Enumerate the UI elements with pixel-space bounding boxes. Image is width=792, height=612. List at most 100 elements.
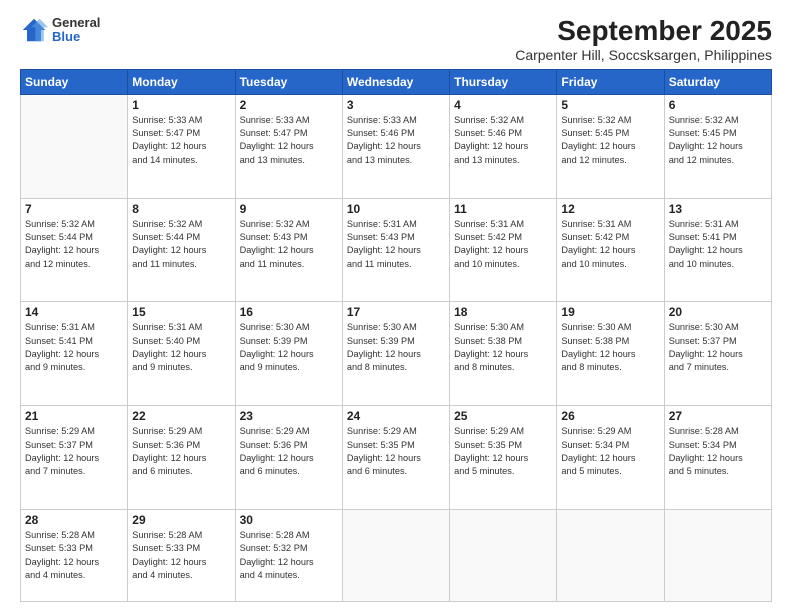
day-info: Sunrise: 5:31 AMSunset: 5:41 PMDaylight:…: [669, 218, 767, 271]
day-number: 24: [347, 409, 445, 423]
day-cell: 30 Sunrise: 5:28 AMSunset: 5:32 PMDayligh…: [235, 509, 342, 601]
day-cell: [450, 509, 557, 601]
day-cell: 7 Sunrise: 5:32 AMSunset: 5:44 PMDaylight…: [21, 198, 128, 302]
day-number: 20: [669, 305, 767, 319]
day-number: 25: [454, 409, 552, 423]
day-cell: 14 Sunrise: 5:31 AMSunset: 5:41 PMDayligh…: [21, 302, 128, 406]
weekday-header-friday: Friday: [557, 69, 664, 94]
day-info: Sunrise: 5:33 AMSunset: 5:46 PMDaylight:…: [347, 114, 445, 167]
day-cell: 27 Sunrise: 5:28 AMSunset: 5:34 PMDayligh…: [664, 406, 771, 510]
day-number: 23: [240, 409, 338, 423]
day-cell: 21 Sunrise: 5:29 AMSunset: 5:37 PMDayligh…: [21, 406, 128, 510]
day-info: Sunrise: 5:29 AMSunset: 5:35 PMDaylight:…: [347, 425, 445, 478]
logo-blue: Blue: [52, 30, 100, 44]
day-cell: [557, 509, 664, 601]
week-row-2: 7 Sunrise: 5:32 AMSunset: 5:44 PMDaylight…: [21, 198, 772, 302]
day-cell: 4Sunrise: 5:32 AMSunset: 5:46 PMDaylight…: [450, 94, 557, 198]
day-number: 9: [240, 202, 338, 216]
week-row-3: 14 Sunrise: 5:31 AMSunset: 5:41 PMDayligh…: [21, 302, 772, 406]
day-info: Sunrise: 5:29 AMSunset: 5:35 PMDaylight:…: [454, 425, 552, 478]
calendar-header: SundayMondayTuesdayWednesdayThursdayFrid…: [21, 69, 772, 94]
day-info: Sunrise: 5:29 AMSunset: 5:36 PMDaylight:…: [240, 425, 338, 478]
day-cell: 15 Sunrise: 5:31 AMSunset: 5:40 PMDayligh…: [128, 302, 235, 406]
header: General Blue September 2025 Carpenter Hi…: [20, 16, 772, 63]
day-number: 17: [347, 305, 445, 319]
day-number: 10: [347, 202, 445, 216]
day-number: 15: [132, 305, 230, 319]
day-number: 16: [240, 305, 338, 319]
weekday-header-thursday: Thursday: [450, 69, 557, 94]
day-info: Sunrise: 5:32 AMSunset: 5:44 PMDaylight:…: [25, 218, 123, 271]
day-cell: 8Sunrise: 5:32 AMSunset: 5:44 PMDaylight…: [128, 198, 235, 302]
weekday-header-monday: Monday: [128, 69, 235, 94]
day-cell: 19 Sunrise: 5:30 AMSunset: 5:38 PMDayligh…: [557, 302, 664, 406]
logo-text: General Blue: [52, 16, 100, 45]
day-cell: 3 Sunrise: 5:33 AMSunset: 5:46 PMDaylight…: [342, 94, 449, 198]
day-number: 18: [454, 305, 552, 319]
day-cell: 11 Sunrise: 5:31 AMSunset: 5:42 PMDayligh…: [450, 198, 557, 302]
day-cell: 22Sunrise: 5:29 AMSunset: 5:36 PMDayligh…: [128, 406, 235, 510]
day-info: Sunrise: 5:33 AMSunset: 5:47 PMDaylight:…: [132, 114, 230, 167]
logo: General Blue: [20, 16, 100, 45]
day-info: Sunrise: 5:28 AMSunset: 5:32 PMDaylight:…: [240, 529, 338, 582]
week-row-5: 28Sunrise: 5:28 AMSunset: 5:33 PMDayligh…: [21, 509, 772, 601]
day-info: Sunrise: 5:31 AMSunset: 5:40 PMDaylight:…: [132, 321, 230, 374]
day-cell: [342, 509, 449, 601]
day-cell: 23 Sunrise: 5:29 AMSunset: 5:36 PMDayligh…: [235, 406, 342, 510]
weekday-header-saturday: Saturday: [664, 69, 771, 94]
week-row-4: 21 Sunrise: 5:29 AMSunset: 5:37 PMDayligh…: [21, 406, 772, 510]
day-info: Sunrise: 5:32 AMSunset: 5:46 PMDaylight:…: [454, 114, 552, 167]
day-info: Sunrise: 5:33 AMSunset: 5:47 PMDaylight:…: [240, 114, 338, 167]
day-info: Sunrise: 5:32 AMSunset: 5:45 PMDaylight:…: [561, 114, 659, 167]
day-number: 1: [132, 98, 230, 112]
day-cell: 2 Sunrise: 5:33 AMSunset: 5:47 PMDaylight…: [235, 94, 342, 198]
day-number: 2: [240, 98, 338, 112]
day-number: 11: [454, 202, 552, 216]
day-cell: 1 Sunrise: 5:33 AMSunset: 5:47 PMDaylight…: [128, 94, 235, 198]
day-cell: 28Sunrise: 5:28 AMSunset: 5:33 PMDayligh…: [21, 509, 128, 601]
day-info: Sunrise: 5:32 AMSunset: 5:44 PMDaylight:…: [132, 218, 230, 271]
weekday-header-tuesday: Tuesday: [235, 69, 342, 94]
day-info: Sunrise: 5:30 AMSunset: 5:38 PMDaylight:…: [561, 321, 659, 374]
day-info: Sunrise: 5:31 AMSunset: 5:42 PMDaylight:…: [454, 218, 552, 271]
day-cell: 24 Sunrise: 5:29 AMSunset: 5:35 PMDayligh…: [342, 406, 449, 510]
day-number: 12: [561, 202, 659, 216]
day-cell: 12Sunrise: 5:31 AMSunset: 5:42 PMDayligh…: [557, 198, 664, 302]
weekday-row: SundayMondayTuesdayWednesdayThursdayFrid…: [21, 69, 772, 94]
week-row-1: 1 Sunrise: 5:33 AMSunset: 5:47 PMDaylight…: [21, 94, 772, 198]
day-number: 27: [669, 409, 767, 423]
day-cell: 29Sunrise: 5:28 AMSunset: 5:33 PMDayligh…: [128, 509, 235, 601]
day-number: 21: [25, 409, 123, 423]
page: General Blue September 2025 Carpenter Hi…: [0, 0, 792, 612]
day-cell: 5Sunrise: 5:32 AMSunset: 5:45 PMDaylight…: [557, 94, 664, 198]
calendar-title: September 2025: [515, 16, 772, 47]
day-info: Sunrise: 5:30 AMSunset: 5:39 PMDaylight:…: [240, 321, 338, 374]
day-number: 3: [347, 98, 445, 112]
day-cell: 13Sunrise: 5:31 AMSunset: 5:41 PMDayligh…: [664, 198, 771, 302]
day-number: 30: [240, 513, 338, 527]
title-block: September 2025 Carpenter Hill, Soccsksar…: [515, 16, 772, 63]
day-info: Sunrise: 5:31 AMSunset: 5:43 PMDaylight:…: [347, 218, 445, 271]
day-cell: 6 Sunrise: 5:32 AMSunset: 5:45 PMDaylight…: [664, 94, 771, 198]
day-number: 6: [669, 98, 767, 112]
day-info: Sunrise: 5:28 AMSunset: 5:34 PMDaylight:…: [669, 425, 767, 478]
calendar-body: 1 Sunrise: 5:33 AMSunset: 5:47 PMDaylight…: [21, 94, 772, 601]
logo-icon: [20, 16, 48, 44]
logo-general: General: [52, 16, 100, 30]
day-info: Sunrise: 5:28 AMSunset: 5:33 PMDaylight:…: [25, 529, 123, 582]
day-cell: [664, 509, 771, 601]
day-number: 7: [25, 202, 123, 216]
day-info: Sunrise: 5:32 AMSunset: 5:43 PMDaylight:…: [240, 218, 338, 271]
day-cell: 18Sunrise: 5:30 AMSunset: 5:38 PMDayligh…: [450, 302, 557, 406]
day-cell: 25 Sunrise: 5:29 AMSunset: 5:35 PMDayligh…: [450, 406, 557, 510]
day-number: 14: [25, 305, 123, 319]
day-info: Sunrise: 5:30 AMSunset: 5:39 PMDaylight:…: [347, 321, 445, 374]
day-info: Sunrise: 5:31 AMSunset: 5:41 PMDaylight:…: [25, 321, 123, 374]
day-cell: 26Sunrise: 5:29 AMSunset: 5:34 PMDayligh…: [557, 406, 664, 510]
day-info: Sunrise: 5:29 AMSunset: 5:37 PMDaylight:…: [25, 425, 123, 478]
day-info: Sunrise: 5:32 AMSunset: 5:45 PMDaylight:…: [669, 114, 767, 167]
day-number: 19: [561, 305, 659, 319]
day-cell: [21, 94, 128, 198]
weekday-header-sunday: Sunday: [21, 69, 128, 94]
day-number: 26: [561, 409, 659, 423]
